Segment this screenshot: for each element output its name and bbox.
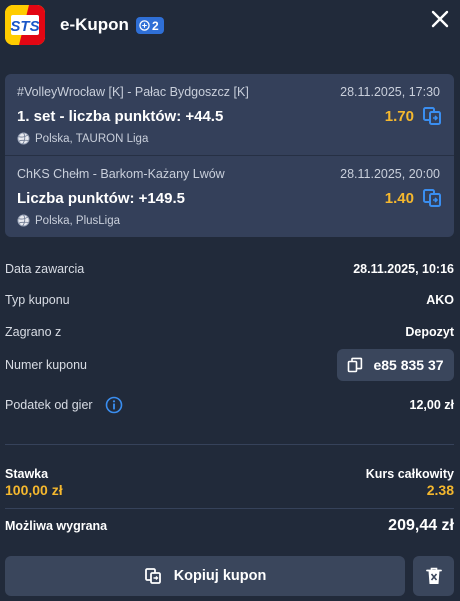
bets-list: #VolleyWrocław [K] - Pałac Bydgoszcz [K]… bbox=[5, 74, 454, 237]
sts-logo: STS bbox=[5, 5, 45, 45]
ticket-icon bbox=[139, 20, 150, 31]
detail-value: 12,00 zł bbox=[409, 398, 454, 412]
info-icon[interactable] bbox=[105, 396, 123, 414]
detail-row-date: Data zawarcia 28.11.2025, 10:16 bbox=[5, 260, 454, 280]
swap-icon bbox=[423, 189, 441, 207]
bet-count-badge: 2 bbox=[136, 17, 164, 34]
volleyball-icon bbox=[17, 214, 30, 227]
close-button[interactable] bbox=[429, 8, 451, 30]
swap-bet-button[interactable] bbox=[421, 187, 443, 209]
delete-coupon-button[interactable] bbox=[413, 556, 454, 596]
bet-selection: 1. set - liczba punktów: +44.5 bbox=[17, 108, 224, 125]
copy-coupon-button[interactable]: Kopiuj kupon bbox=[5, 556, 405, 596]
bet-item[interactable]: ChKS Chełm - Barkom-Każany Lwów 28.11.20… bbox=[5, 156, 454, 237]
stake-value: 100,00 zł bbox=[5, 482, 63, 498]
copy-icon bbox=[348, 357, 363, 373]
bet-odds: 1.70 bbox=[384, 108, 414, 125]
bet-league: Polska, PlusLiga bbox=[17, 214, 120, 227]
bet-league: Polska, TAURON Liga bbox=[17, 132, 148, 145]
coupon-number: e85 835 37 bbox=[373, 357, 444, 373]
detail-row-tax: Podatek od gier 12,00 zł bbox=[5, 396, 454, 416]
detail-label: Data zawarcia bbox=[5, 262, 85, 276]
possible-win-value: 209,44 zł bbox=[388, 517, 454, 534]
trash-icon bbox=[425, 567, 442, 584]
detail-value: 28.11.2025, 10:16 bbox=[353, 262, 454, 276]
detail-label: Numer kuponu bbox=[5, 358, 87, 372]
bet-selection: Liczba punktów: +149.5 bbox=[17, 190, 185, 207]
detail-value: AKO bbox=[426, 293, 454, 307]
detail-row-type: Typ kuponu AKO bbox=[5, 291, 454, 311]
copy-coupon-label: Kopiuj kupon bbox=[173, 568, 267, 584]
coupon-header: STS e-Kupon 2 bbox=[0, 0, 460, 54]
close-icon bbox=[431, 10, 449, 28]
swap-bet-button[interactable] bbox=[421, 105, 443, 127]
total-odds-label: Kurs całkowity bbox=[365, 467, 454, 481]
stake-label: Stawka bbox=[5, 467, 49, 481]
copy-coupon-number-button[interactable]: e85 835 37 bbox=[337, 349, 454, 381]
detail-row-number: Numer kuponu e85 835 37 bbox=[5, 349, 454, 381]
total-odds-value: 2.38 bbox=[426, 482, 454, 498]
detail-value: Depozyt bbox=[405, 325, 454, 339]
detail-row-played: Zagrano z Depozyt bbox=[5, 323, 454, 343]
copy-coupon-icon bbox=[144, 568, 161, 584]
bet-date: 28.11.2025, 17:30 bbox=[340, 85, 440, 99]
bet-date: 28.11.2025, 20:00 bbox=[340, 167, 440, 181]
detail-label: Podatek od gier bbox=[5, 398, 93, 412]
bet-item[interactable]: #VolleyWrocław [K] - Pałac Bydgoszcz [K]… bbox=[5, 74, 454, 155]
svg-text:STS: STS bbox=[10, 18, 39, 35]
volleyball-icon bbox=[17, 132, 30, 145]
bet-league-label: Polska, TAURON Liga bbox=[35, 132, 149, 145]
bet-match: #VolleyWrocław [K] - Pałac Bydgoszcz [K] bbox=[17, 85, 249, 99]
divider bbox=[5, 444, 454, 445]
possible-win-label: Możliwa wygrana bbox=[5, 519, 108, 533]
detail-label: Typ kuponu bbox=[5, 293, 70, 307]
bet-league-label: Polska, PlusLiga bbox=[35, 214, 121, 227]
swap-icon bbox=[423, 107, 441, 125]
page-title: e-Kupon bbox=[60, 15, 129, 34]
detail-label: Zagrano z bbox=[5, 325, 62, 339]
bet-odds: 1.40 bbox=[384, 190, 414, 207]
divider bbox=[5, 508, 454, 509]
bet-match: ChKS Chełm - Barkom-Każany Lwów bbox=[17, 167, 225, 181]
badge-count: 2 bbox=[152, 18, 159, 33]
